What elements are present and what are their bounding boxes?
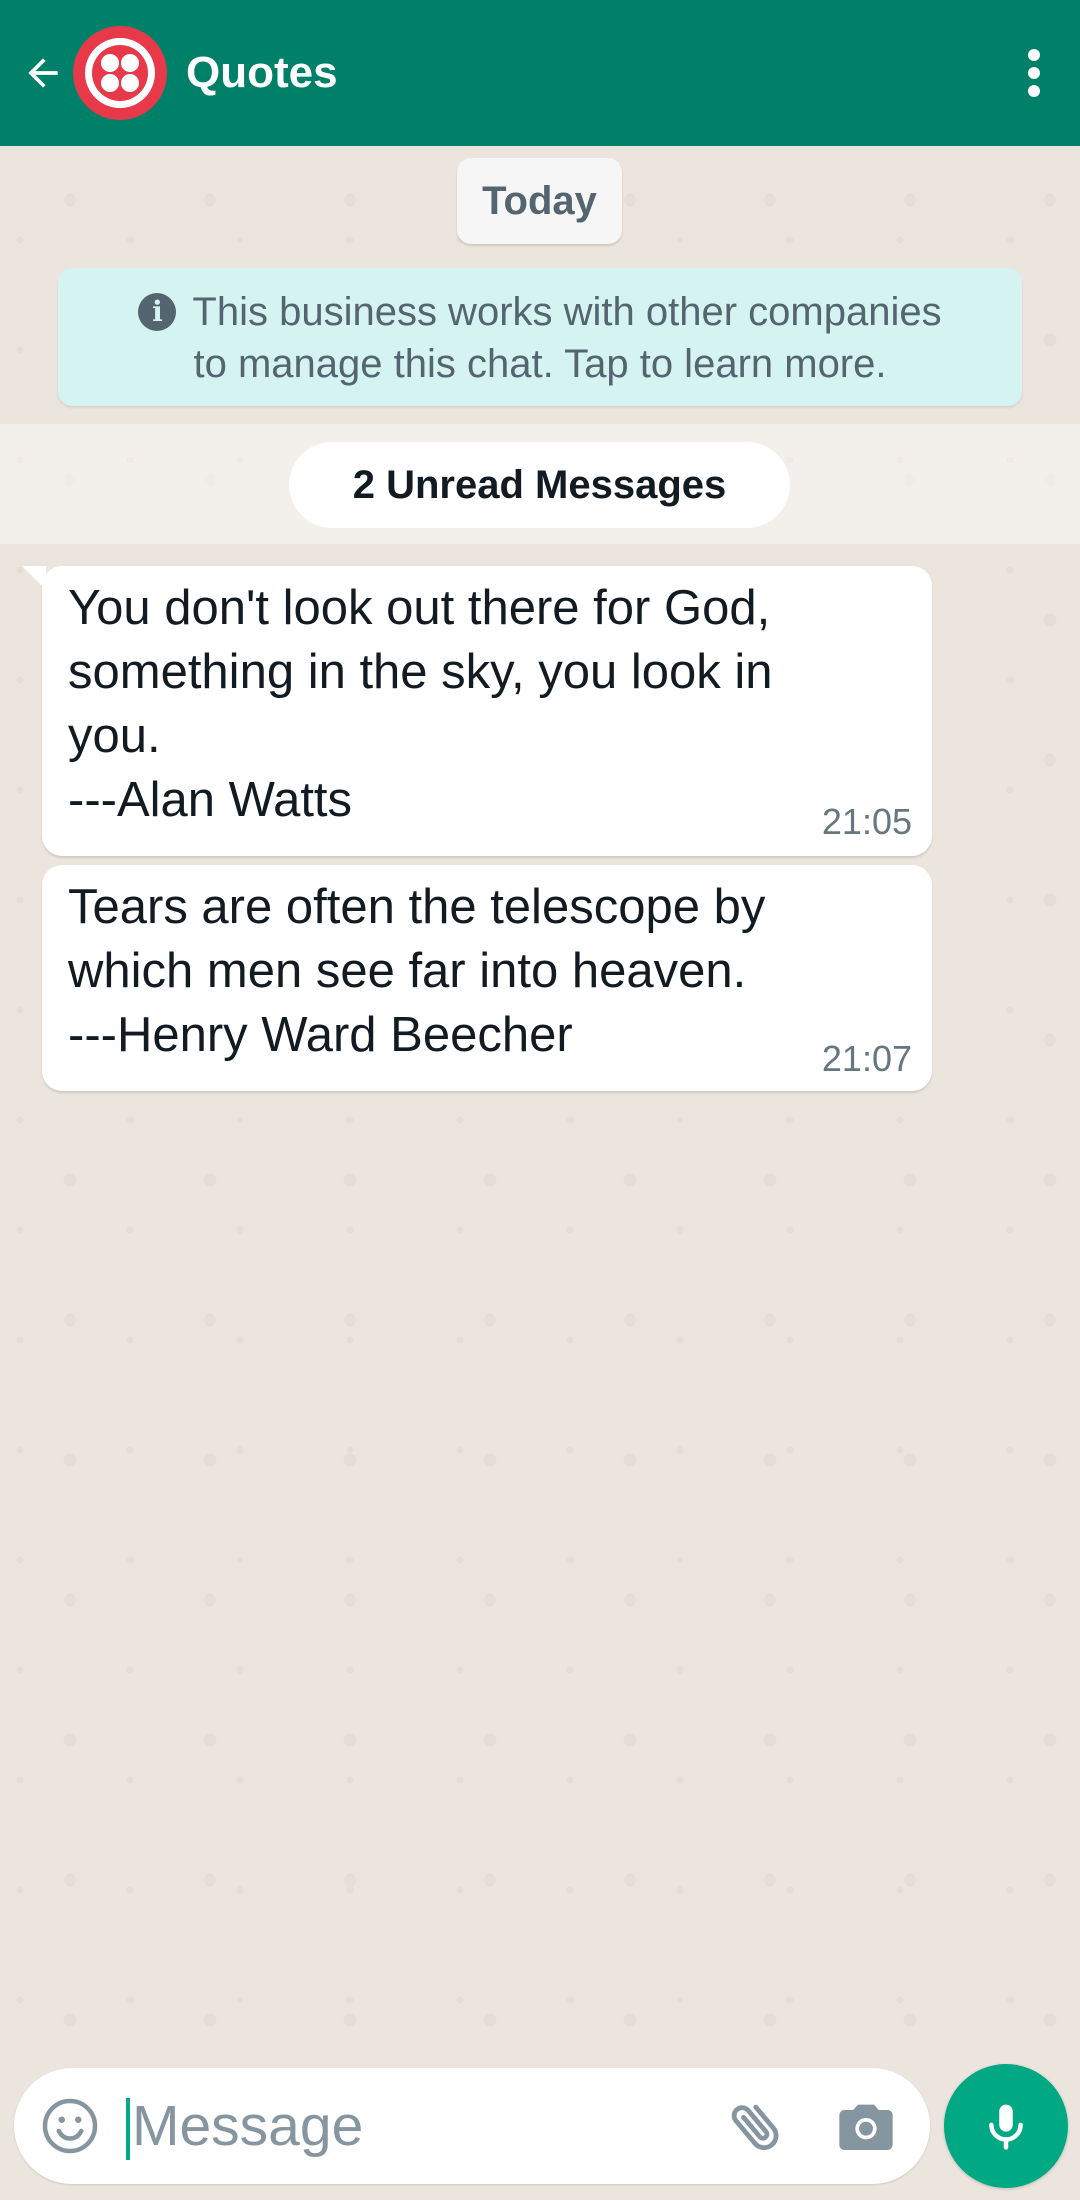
info-banner-line-1: This business works with other companies [192,290,942,334]
contact-avatar[interactable] [73,26,167,120]
message-text: You don't look out there for God, someth… [68,581,773,827]
emoji-button[interactable] [40,2096,100,2156]
text-cursor [126,2098,130,2160]
microphone-icon [989,2104,1023,2150]
arrow-left-icon [28,58,58,88]
voice-record-button[interactable] [944,2064,1068,2188]
chat-title[interactable]: Quotes [186,44,338,102]
camera-icon [839,2104,893,2150]
emoji-icon [42,2098,98,2154]
message-bubble[interactable]: You don't look out there for God, someth… [22,566,932,856]
message-time: 21:05 [821,801,912,842]
attach-button[interactable] [724,2094,788,2158]
message-bubble[interactable]: Tears are often the telescope by which m… [42,865,932,1091]
info-icon: i [138,293,177,331]
date-chip: Today [457,158,622,244]
business-info-banner[interactable]: i This business works with other compani… [58,268,1022,406]
info-banner-line-2: to manage this chat. Tap to learn more. [193,342,887,386]
unread-divider: 2 Unread Messages [0,424,1080,544]
paperclip-icon [731,2104,779,2150]
bubble-tail [22,566,46,590]
message-composer [14,2068,930,2184]
unread-messages-label: 2 Unread Messages [289,442,790,528]
message-time: 21:07 [821,1038,912,1079]
chat-screen: Quotes Today i This business works with … [0,0,1080,2200]
camera-button[interactable] [834,2094,898,2158]
message-input[interactable] [132,2090,692,2162]
more-vertical-icon [1028,49,1040,97]
more-options-button[interactable] [1014,44,1054,102]
back-button[interactable] [14,44,72,102]
app-bar: Quotes [0,0,1080,146]
message-text: Tears are often the telescope by which m… [68,880,766,1062]
